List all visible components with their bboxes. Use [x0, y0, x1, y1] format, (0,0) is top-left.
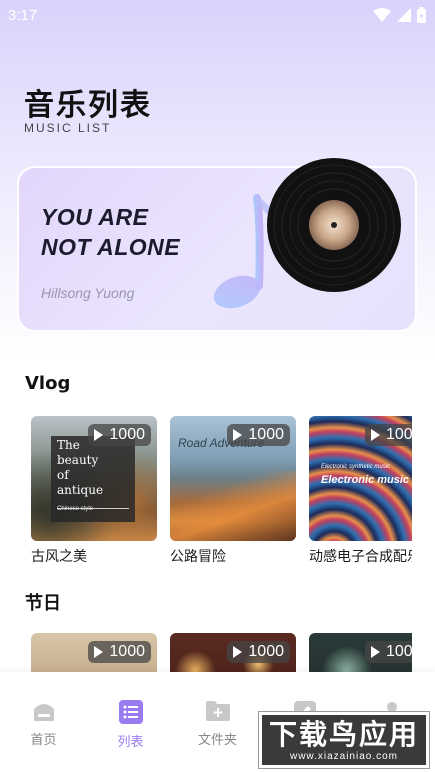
list-item[interactable]: Electronic synthetic music Electronic mu… [309, 416, 412, 566]
cover-image-antique: The beauty of antique Chinese style 1000 [31, 416, 157, 541]
nav-item-folder[interactable]: 文件夹 [174, 672, 261, 773]
watermark-logo: 下载鸟应用 www.xiazainiao.com [258, 711, 430, 769]
section-title-festival: 节日 [25, 593, 61, 614]
nav-label: 首页 [30, 733, 57, 748]
content-clip: Vlog The beauty of antique Chinese style… [0, 0, 412, 773]
list-item[interactable]: Road Adventure 1000 公路冒险 [170, 416, 296, 566]
list-item[interactable]: The beauty of antique Chinese style 1000… [31, 416, 157, 566]
cover-small-text: Electronic synthetic music [321, 464, 391, 470]
nav-label: 文件夹 [197, 733, 237, 748]
cover-tag: Chinese style [57, 506, 94, 512]
list-icon [118, 700, 143, 724]
cover-text-line: beauty [57, 453, 99, 467]
play-count-badge: 1000 [88, 424, 151, 446]
watermark-url: www.xiazainiao.com [289, 750, 399, 762]
play-count: 1000 [386, 426, 412, 443]
cover-text-line: antique [57, 483, 104, 497]
play-count-badge: 1000 [88, 641, 151, 663]
home-icon [33, 704, 54, 721]
cover-image-road: Road Adventure 1000 [170, 416, 296, 541]
play-count-badge: 1000 [227, 424, 290, 446]
cover-text: Electronic music [321, 474, 410, 486]
folder-icon [205, 701, 230, 721]
play-count: 1000 [248, 426, 284, 443]
play-count: 1000 [248, 643, 284, 660]
cover-text-line: of [57, 468, 69, 482]
play-count: 1000 [386, 643, 412, 660]
watermark-text: 下载鸟应用 [268, 717, 419, 751]
card-title: 古风之美 [31, 549, 87, 565]
cover-image-electronic: Electronic synthetic music Electronic mu… [309, 416, 412, 541]
play-count: 1000 [109, 426, 145, 443]
play-icon [371, 646, 380, 658]
battery-icon [417, 7, 426, 23]
nav-label: 列表 [117, 735, 144, 750]
play-icon [233, 429, 243, 441]
play-icon [371, 429, 380, 441]
play-icon [94, 429, 104, 441]
play-icon [94, 646, 104, 658]
play-count-badge: 1000 [365, 424, 412, 446]
section-title-vlog: Vlog [25, 373, 71, 394]
play-count-badge: 1000 [365, 641, 412, 663]
nav-item-list[interactable]: 列表 [87, 672, 174, 773]
nav-item-home[interactable]: 首页 [0, 672, 87, 773]
card-title: 动感电子合成配乐 [309, 549, 412, 565]
play-icon [233, 646, 243, 658]
play-count: 1000 [109, 643, 145, 660]
play-count-badge: 1000 [227, 641, 290, 663]
card-title: 公路冒险 [170, 549, 226, 565]
